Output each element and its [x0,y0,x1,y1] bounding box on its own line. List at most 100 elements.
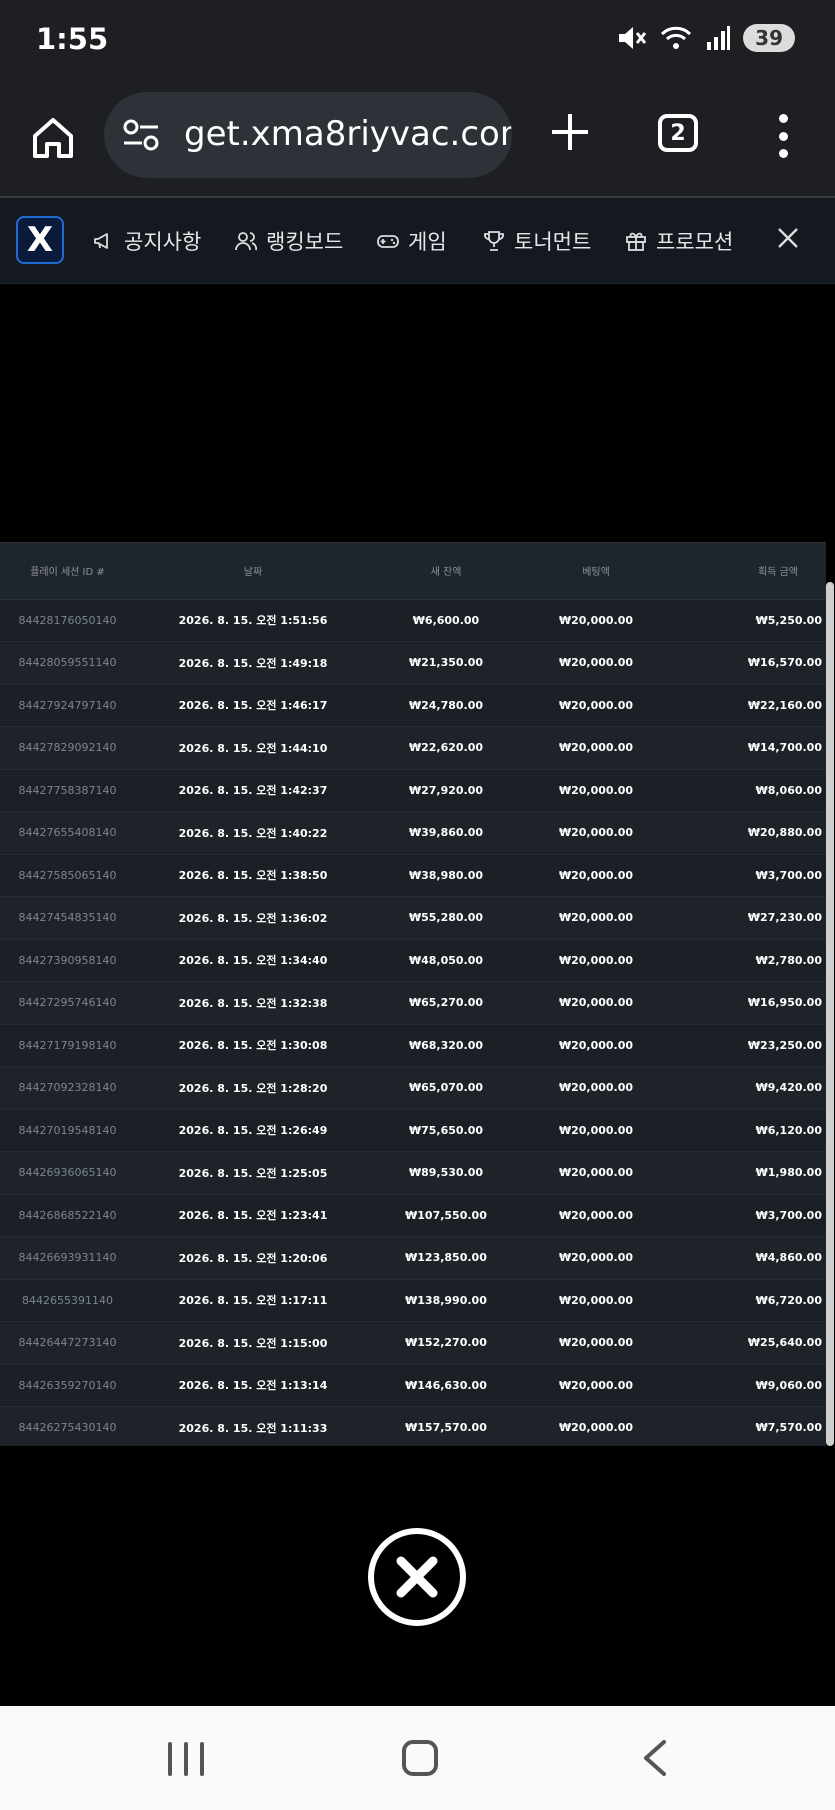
session-id-cell: 84426447273140 [0,1321,135,1365]
bet-amount-cell: ₩20,000.00 [521,769,671,812]
win-amount-cell: ₩23,250.00 [671,1024,826,1067]
site-logo[interactable]: X [16,216,64,264]
session-id-cell: 84427924797140 [0,684,135,727]
close-overlay-button[interactable] [368,1528,466,1626]
bet-amount-cell: ₩20,000.00 [521,684,671,727]
bet-amount-cell: ₩20,000.00 [521,1364,671,1407]
recent-apps-icon[interactable] [168,1742,204,1776]
win-amount-cell: ₩1,980.00 [671,1151,826,1195]
new-balance-cell: ₩152,270.00 [371,1321,521,1365]
win-amount-cell: ₩14,700.00 [671,726,826,770]
address-bar[interactable]: get.xma8riyvac.com [104,92,512,178]
tab-switcher-button[interactable]: 2 [658,114,698,152]
session-id-cell: 84426868522140 [0,1194,135,1237]
users-icon [235,232,258,251]
table-header-row: 플레이 세션 ID # 날짜 새 잔액 베팅액 획득 금액 [0,543,826,600]
date-cell: 2026. 8. 15. 오전 1:15:00 [135,1321,371,1365]
win-amount-cell: ₩27,230.00 [671,896,826,940]
win-amount-cell: ₩8,060.00 [671,769,826,812]
table-row: 84427092328140 2026. 8. 15. 오전 1:28:20 ₩65… [0,1066,826,1110]
system-home-icon[interactable] [402,1740,438,1776]
play-history-table: 플레이 세션 ID # 날짜 새 잔액 베팅액 획득 금액 8442817605… [0,542,826,1450]
new-balance-cell: ₩68,320.00 [371,1024,521,1067]
table-row: 84427390958140 2026. 8. 15. 오전 1:34:40 ₩48… [0,939,826,982]
date-cell: 2026. 8. 15. 오전 1:42:37 [135,769,371,812]
wifi-icon [661,26,692,49]
bet-amount-cell: ₩20,000.00 [521,1194,671,1237]
header-bet-amount: 베팅액 [521,543,671,600]
new-balance-cell: ₩24,780.00 [371,684,521,727]
status-bar: 1:55 39 [0,0,835,84]
table-row: 84426868522140 2026. 8. 15. 오전 1:23:41 ₩10… [0,1194,826,1237]
table-row: 84428176050140 2026. 8. 15. 오전 1:51:56 ₩6,… [0,599,826,642]
date-cell: 2026. 8. 15. 오전 1:25:05 [135,1151,371,1195]
close-icon [396,1556,438,1598]
win-amount-cell: ₩16,950.00 [671,981,826,1025]
new-balance-cell: ₩55,280.00 [371,896,521,940]
win-amount-cell: ₩20,880.00 [671,811,826,855]
nav-item-label: 랭킹보드 [266,230,344,254]
session-id-cell: 84428176050140 [0,599,135,642]
megaphone-icon [94,233,108,249]
nav-item-games[interactable]: 게임 [376,226,447,256]
nav-item-ranking[interactable]: 랭킹보드 [234,226,343,256]
bet-amount-cell: ₩20,000.00 [521,981,671,1025]
status-icons: 39 [617,24,795,52]
session-id-cell: 84427390958140 [0,939,135,982]
new-tab-icon[interactable] [548,110,592,154]
system-navigation-bar [0,1706,835,1810]
new-balance-cell: ₩123,850.00 [371,1236,521,1280]
table-row: 84427655408140 2026. 8. 15. 오전 1:40:22 ₩39… [0,811,826,855]
bet-amount-cell: ₩20,000.00 [521,1236,671,1280]
more-menu-icon[interactable] [768,114,798,158]
bet-amount-cell: ₩20,000.00 [521,1024,671,1067]
session-id-cell: 8442655391140 [0,1279,135,1322]
date-cell: 2026. 8. 15. 오전 1:23:41 [135,1194,371,1237]
table-scrollbar[interactable] [826,582,834,1446]
bet-amount-cell: ₩20,000.00 [521,1279,671,1322]
table-row: 84426275430140 2026. 8. 15. 오전 1:11:33 ₩15… [0,1406,826,1450]
table-row: 84426936065140 2026. 8. 15. 오전 1:25:05 ₩89… [0,1151,826,1195]
session-id-cell: 84427454835140 [0,896,135,940]
table-row: 84427829092140 2026. 8. 15. 오전 1:44:10 ₩22… [0,726,826,770]
date-cell: 2026. 8. 15. 오전 1:11:33 [135,1406,371,1450]
bet-amount-cell: ₩20,000.00 [521,1321,671,1365]
table-row: 84427585065140 2026. 8. 15. 오전 1:38:50 ₩38… [0,854,826,897]
back-icon[interactable] [640,1738,670,1778]
bet-amount-cell: ₩20,000.00 [521,599,671,642]
session-id-cell: 84427829092140 [0,726,135,770]
battery-indicator: 39 [743,24,795,52]
table-row: 84427295746140 2026. 8. 15. 오전 1:32:38 ₩65… [0,981,826,1025]
session-id-cell: 84428059551140 [0,641,135,685]
session-id-cell: 84427585065140 [0,854,135,897]
home-icon[interactable] [30,114,76,160]
close-icon[interactable] [774,224,802,252]
new-balance-cell: ₩21,350.00 [371,641,521,685]
header-win-amount: 획득 금액 [671,543,826,600]
bet-amount-cell: ₩20,000.00 [521,939,671,982]
nav-item-promotion[interactable]: 프로모션 [624,226,733,256]
win-amount-cell: ₩5,250.00 [671,599,826,642]
header-session-id: 플레이 세션 ID # [0,543,135,600]
new-balance-cell: ₩138,990.00 [371,1279,521,1322]
bet-amount-cell: ₩20,000.00 [521,1109,671,1152]
table-row: 84427019548140 2026. 8. 15. 오전 1:26:49 ₩75… [0,1109,826,1152]
win-amount-cell: ₩4,860.00 [671,1236,826,1280]
session-id-cell: 84427758387140 [0,769,135,812]
date-cell: 2026. 8. 15. 오전 1:44:10 [135,726,371,770]
table-row: 84427924797140 2026. 8. 15. 오전 1:46:17 ₩24… [0,684,826,727]
status-time: 1:55 [36,22,109,56]
nav-item-tournament[interactable]: 토너먼트 [482,226,591,256]
bet-amount-cell: ₩20,000.00 [521,1406,671,1450]
session-id-cell: 84427092328140 [0,1066,135,1110]
bet-amount-cell: ₩20,000.00 [521,641,671,685]
nav-item-notice[interactable]: 공지사항 [92,226,201,256]
url-text: get.xma8riyvac.com [184,114,512,154]
gamepad-icon [377,235,399,248]
new-balance-cell: ₩27,920.00 [371,769,521,812]
date-cell: 2026. 8. 15. 오전 1:32:38 [135,981,371,1025]
win-amount-cell: ₩3,700.00 [671,854,826,897]
date-cell: 2026. 8. 15. 오전 1:20:06 [135,1236,371,1280]
site-settings-icon[interactable] [122,117,160,153]
site-navigation: X 공지사항 랭킹보드 게임 토너먼트 프로모션 [0,198,835,284]
